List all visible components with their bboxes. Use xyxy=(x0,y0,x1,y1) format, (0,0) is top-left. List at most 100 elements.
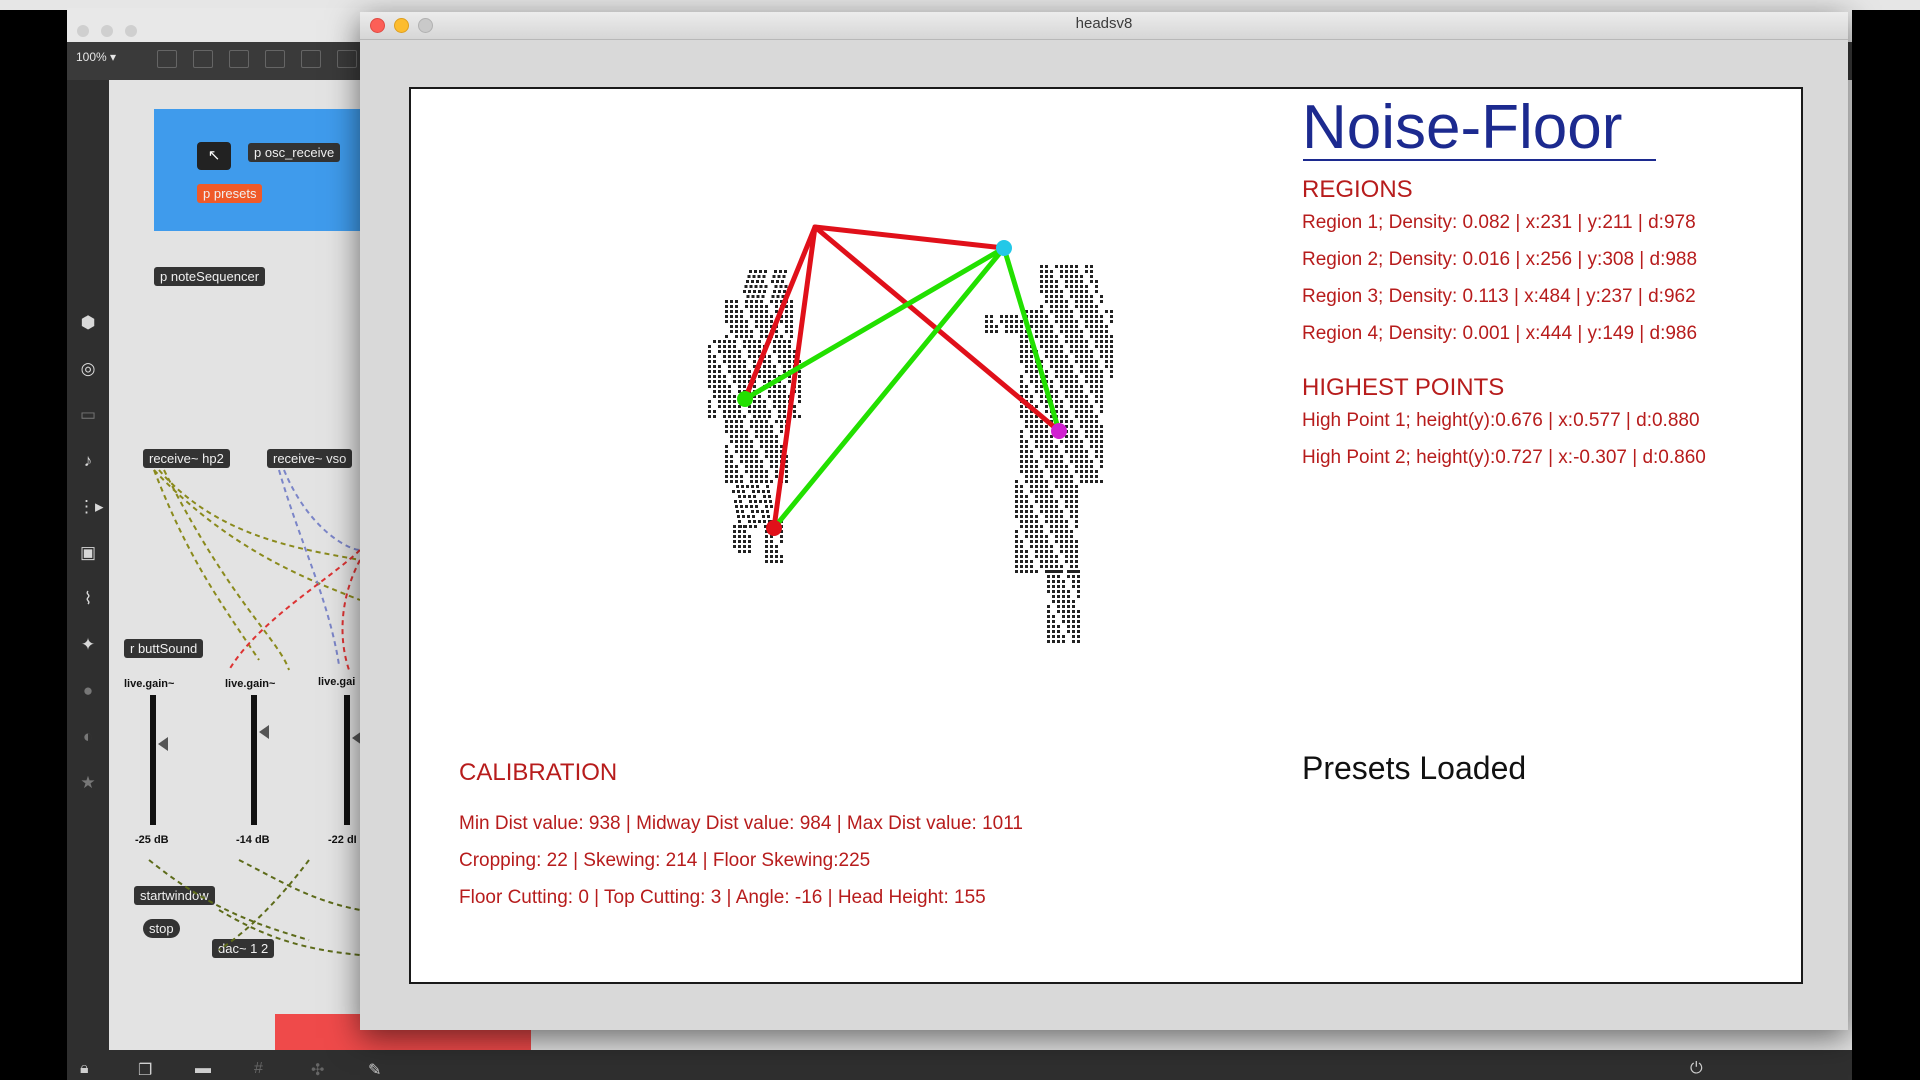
depth-point xyxy=(745,335,748,338)
max-close-button[interactable] xyxy=(77,25,89,37)
depth-point xyxy=(753,350,756,353)
depth-point xyxy=(1060,545,1063,548)
grid-icon[interactable] xyxy=(193,50,213,68)
sequencer-icon[interactable]: ⋮▸ xyxy=(78,497,104,517)
depth-point xyxy=(773,405,776,408)
depth-point xyxy=(1070,315,1073,318)
max-zoom-button[interactable] xyxy=(125,25,137,37)
depth-point xyxy=(733,380,736,383)
depth-point xyxy=(1100,335,1103,338)
depth-point xyxy=(713,380,716,383)
depth-point xyxy=(1100,430,1103,433)
depth-point xyxy=(1090,385,1093,388)
depth-point xyxy=(1090,360,1093,363)
depth-point xyxy=(740,335,743,338)
image-icon[interactable]: ▣ xyxy=(78,543,98,563)
cube-icon[interactable]: ⬢ xyxy=(78,313,98,333)
depth-point xyxy=(1095,360,1098,363)
depth-point xyxy=(740,440,743,443)
windows-icon[interactable]: ❐ xyxy=(138,1060,152,1080)
depth-point xyxy=(1085,360,1088,363)
plugin-icon[interactable]: ● xyxy=(78,681,98,701)
depth-point xyxy=(708,375,711,378)
grid-snap-icon[interactable]: # xyxy=(254,1060,263,1078)
power-icon[interactable]: ⏻ xyxy=(1690,1060,1703,1078)
presentation-mode-icon[interactable]: ▬ xyxy=(195,1060,211,1078)
wrench-icon[interactable]: ✎ xyxy=(368,1060,381,1080)
depth-point xyxy=(1075,565,1078,568)
depth-point xyxy=(763,360,766,363)
depth-point xyxy=(1072,630,1075,633)
clock-icon[interactable]: ◐ xyxy=(78,727,98,747)
presentation-icon[interactable] xyxy=(157,50,177,68)
depth-point xyxy=(1040,310,1043,313)
depth-point xyxy=(1045,295,1048,298)
depth-point xyxy=(1065,520,1068,523)
comment-icon[interactable] xyxy=(229,50,249,68)
depth-point xyxy=(1080,395,1083,398)
depth-point xyxy=(790,335,793,338)
depth-point xyxy=(760,310,763,313)
depth-point xyxy=(1075,300,1078,303)
depth-point xyxy=(1095,390,1098,393)
inspector-icon[interactable] xyxy=(337,50,357,68)
depth-point xyxy=(770,450,773,453)
depth-point xyxy=(1030,515,1033,518)
depth-point xyxy=(1040,475,1043,478)
debug-icon[interactable] xyxy=(301,50,321,68)
depth-point xyxy=(718,385,721,388)
depth-point xyxy=(1065,555,1068,558)
depth-point xyxy=(1100,480,1103,483)
depth-point xyxy=(1050,350,1053,353)
paperclip-icon[interactable]: ⌇ xyxy=(78,589,98,609)
depth-point xyxy=(748,410,751,413)
close-button[interactable] xyxy=(370,18,385,33)
depth-point xyxy=(1025,535,1028,538)
depth-point xyxy=(730,330,733,333)
star-icon[interactable]: ★ xyxy=(78,773,98,793)
puzzle-icon[interactable]: ✦ xyxy=(78,635,98,655)
depth-point xyxy=(765,445,768,448)
depth-point xyxy=(1055,355,1058,358)
close-patch-icon[interactable] xyxy=(265,50,285,68)
depth-point xyxy=(733,350,736,353)
zoom-select[interactable]: 100% ▾ xyxy=(76,50,116,64)
depth-point xyxy=(1100,340,1103,343)
depth-point xyxy=(1055,555,1058,558)
depth-point xyxy=(769,500,772,503)
depth-point xyxy=(1062,580,1065,583)
depth-point xyxy=(1090,445,1093,448)
depth-point xyxy=(1055,335,1058,338)
gain-thumb[interactable] xyxy=(158,737,168,751)
depth-point xyxy=(1015,315,1018,318)
depth-point xyxy=(1040,560,1043,563)
depth-point xyxy=(1060,470,1063,473)
depth-point xyxy=(756,485,759,488)
depth-point xyxy=(738,550,741,553)
depth-point xyxy=(1050,500,1053,503)
depth-point xyxy=(1070,265,1073,268)
note-icon[interactable]: ♪ xyxy=(78,451,98,471)
keyboard-icon[interactable]: ▭ xyxy=(78,405,98,425)
depth-point xyxy=(1040,400,1043,403)
lock-icon[interactable]: 🔒︎ xyxy=(80,1060,89,1078)
depth-point xyxy=(725,450,728,453)
gain-slider[interactable] xyxy=(251,695,257,825)
align-icon[interactable]: ✣ xyxy=(311,1060,324,1080)
depth-point xyxy=(1075,430,1078,433)
minimize-button[interactable] xyxy=(394,18,409,33)
target-icon[interactable]: ◎ xyxy=(78,359,98,379)
gain-thumb[interactable] xyxy=(259,725,269,739)
depth-point xyxy=(737,515,740,518)
depth-point xyxy=(1035,555,1038,558)
gain-slider[interactable] xyxy=(150,695,156,825)
depth-point xyxy=(1015,560,1018,563)
max-minimize-button[interactable] xyxy=(101,25,113,37)
gain-slider[interactable] xyxy=(344,695,350,825)
zoom-button[interactable] xyxy=(418,18,433,33)
depth-point xyxy=(1085,310,1088,313)
depth-point xyxy=(763,410,766,413)
depth-point xyxy=(1025,345,1028,348)
depth-point xyxy=(735,450,738,453)
depth-point xyxy=(1095,370,1098,373)
